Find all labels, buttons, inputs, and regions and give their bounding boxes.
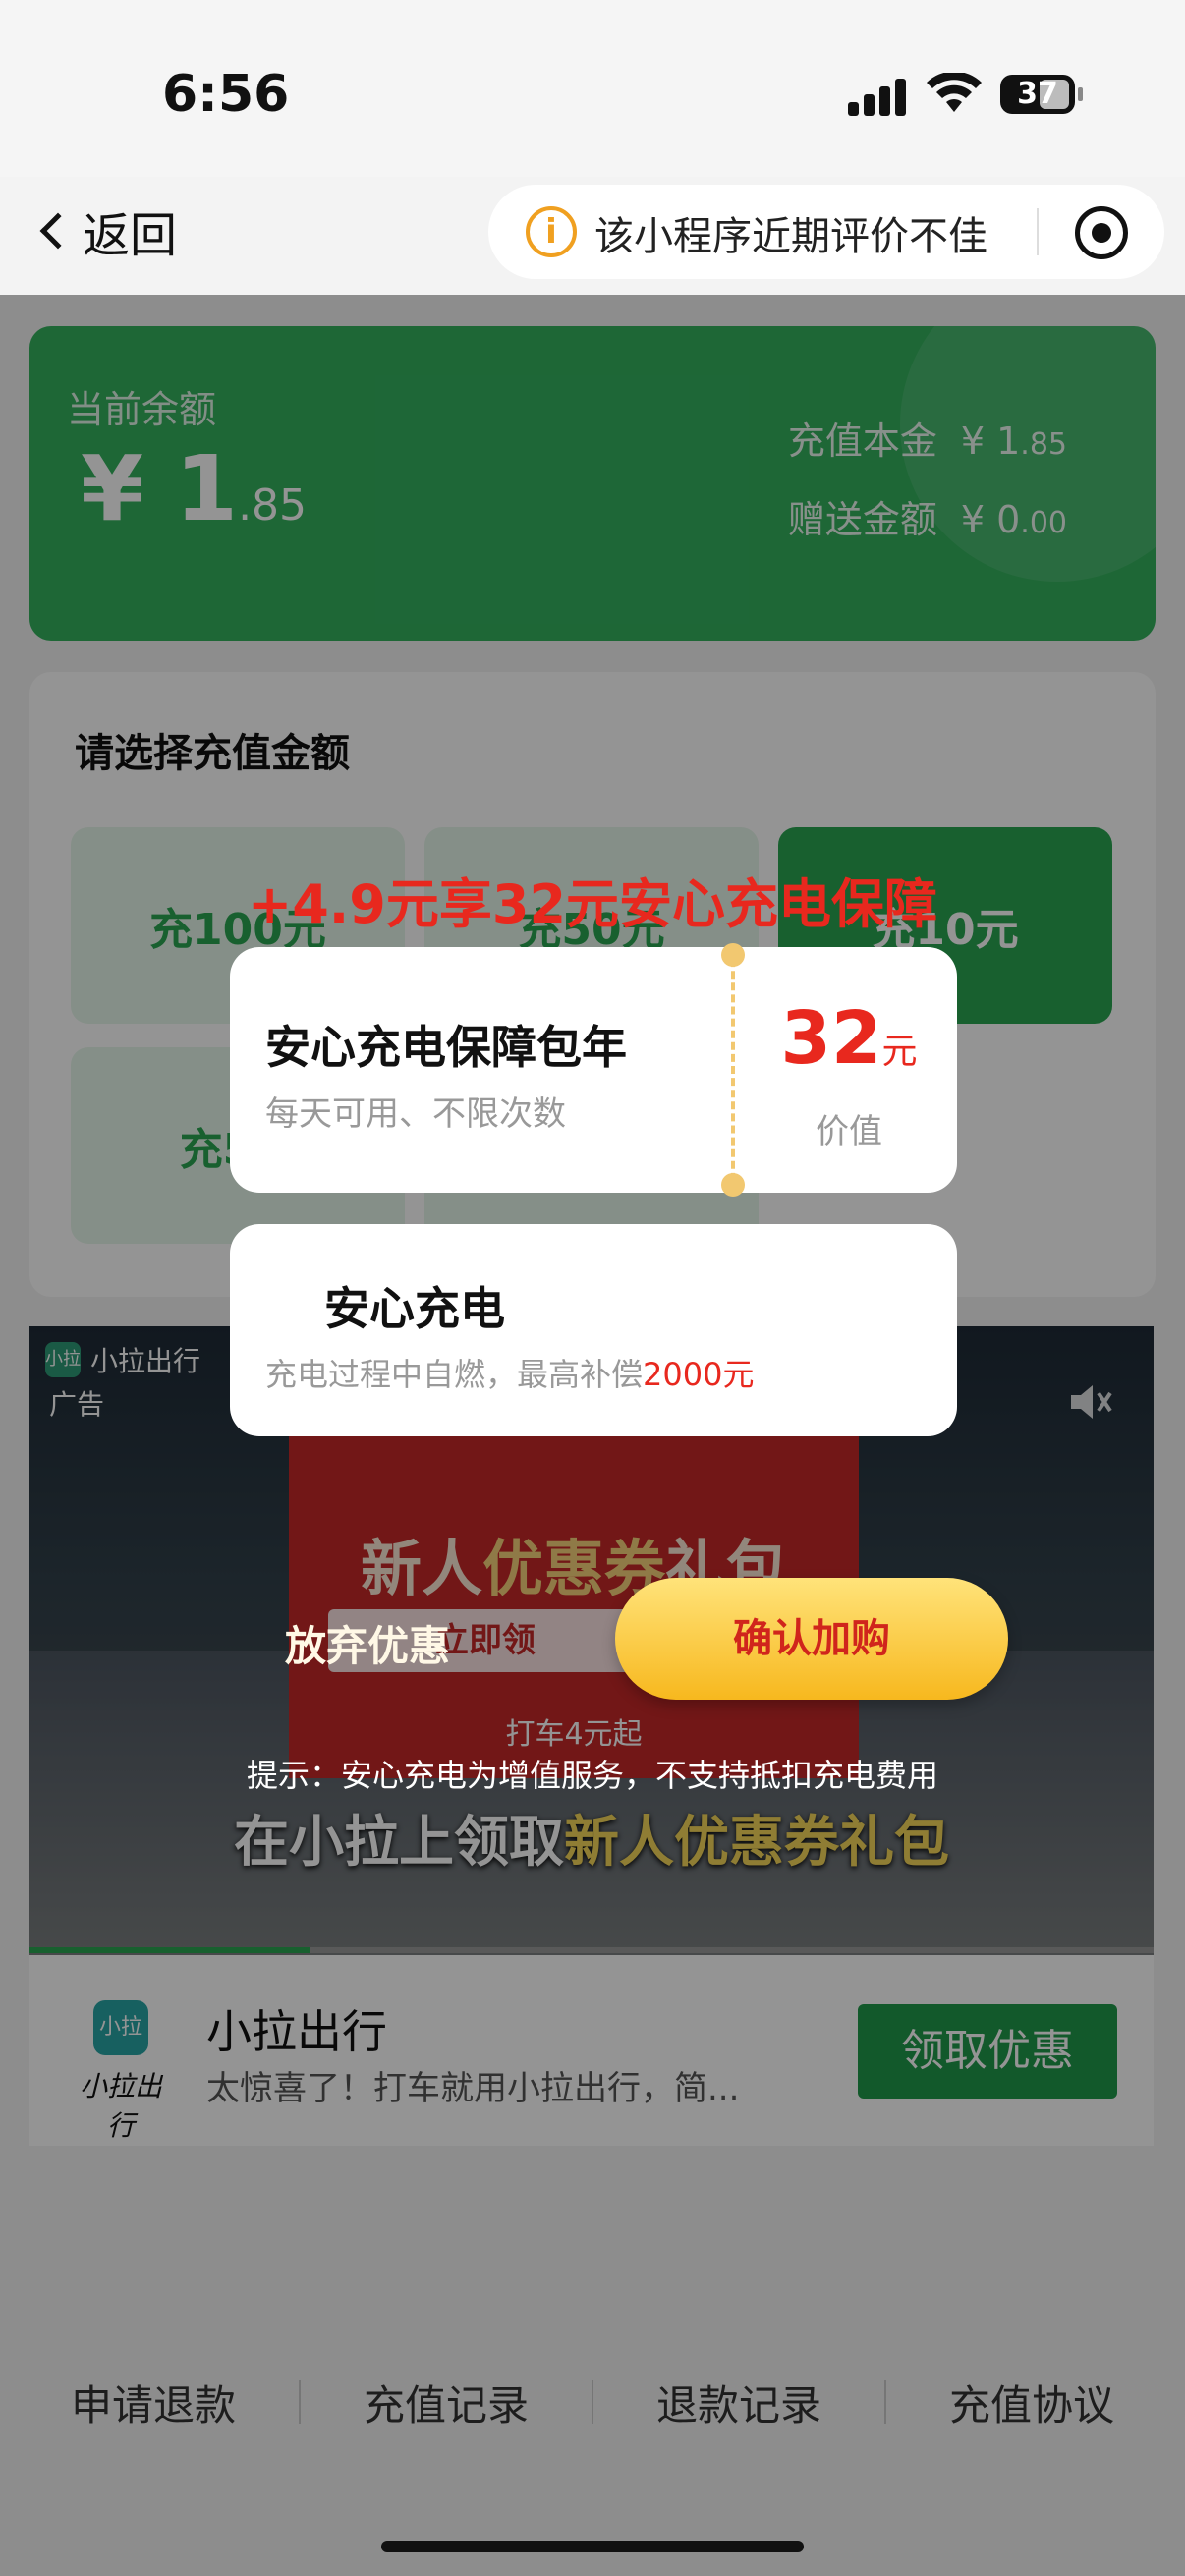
protection-ticket: 安心充电保障包年 每天可用、不限次数 32元 价值 [230, 943, 957, 1197]
ticket-value: 32元 [780, 996, 918, 1081]
home-indicator[interactable] [381, 2541, 804, 2552]
ticket-title: 安心充电保障包年 [265, 1021, 627, 1074]
warning-icon: i [526, 206, 577, 257]
protection-info-card: 安心充电 充电过程中自燃，最高补偿2000元 [230, 1224, 957, 1436]
rating-warning-text[interactable]: 该小程序近期评价不佳 [594, 204, 988, 261]
confirm-purchase-button[interactable]: 确认加购 [615, 1578, 1008, 1700]
abandon-offer-button[interactable]: 放弃优惠 [285, 1613, 450, 1673]
cellular-signal-icon [848, 77, 907, 116]
miniprogram-capsule: i 该小程序近期评价不佳 [488, 185, 1164, 279]
ticket-subtitle: 每天可用、不限次数 [265, 1094, 566, 1134]
info-title: 安心充电 [324, 1282, 505, 1335]
capsule-divider [1037, 208, 1039, 255]
info-subtitle: 充电过程中自燃，最高补偿2000元 [265, 1356, 755, 1393]
wifi-icon [927, 73, 982, 112]
promo-title: +4.9元享32元安心充电保障 [247, 873, 938, 935]
back-button[interactable]: 返回 [35, 196, 177, 265]
status-bar: 6:56 37 [0, 0, 1185, 177]
chevron-left-icon [39, 212, 77, 250]
status-time: 6:56 [162, 65, 290, 124]
battery-level: 37 [1017, 77, 1058, 111]
ticket-value-label: 价值 [816, 1112, 882, 1151]
back-label: 返回 [83, 208, 178, 263]
service-hint: 提示：安心充电为增值服务，不支持抵扣充电费用 [246, 1757, 938, 1794]
close-miniprogram-icon[interactable] [1075, 206, 1128, 259]
battery-icon: 37 [1000, 75, 1075, 114]
